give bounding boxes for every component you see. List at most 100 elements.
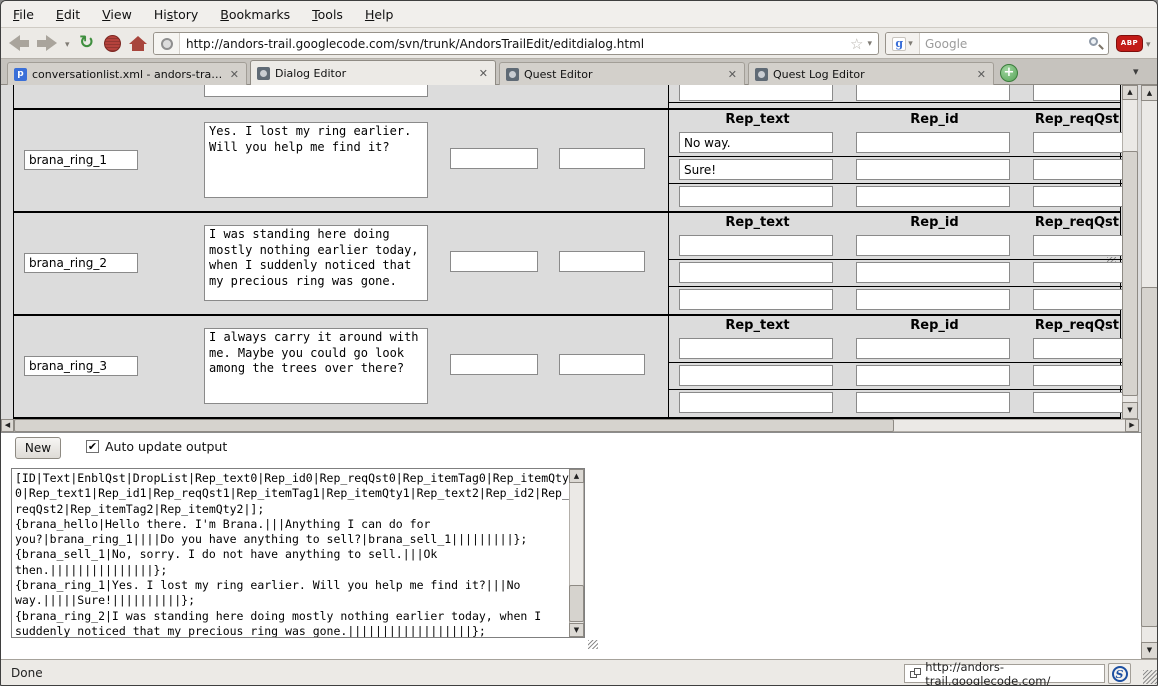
rep-text-input[interactable] xyxy=(679,338,833,359)
close-icon[interactable]: ✕ xyxy=(478,67,489,80)
droplist-input[interactable] xyxy=(559,148,645,169)
rep-text-input[interactable] xyxy=(679,85,833,101)
rep-text-input[interactable] xyxy=(679,392,833,413)
dialog-text-area[interactable]: Yes. I lost my ring earlier. Will you he… xyxy=(204,122,428,198)
scroll-up-button[interactable]: ▲ xyxy=(1141,85,1158,101)
rep-id-input[interactable] xyxy=(856,235,1010,256)
back-icon xyxy=(9,35,29,51)
rep-id-input[interactable] xyxy=(856,262,1010,283)
search-input[interactable] xyxy=(920,37,1088,51)
auto-update-checkbox[interactable]: ✔ xyxy=(86,440,99,453)
search-engine-button[interactable]: g ▾ xyxy=(886,33,920,54)
rep-text-input[interactable] xyxy=(679,365,833,386)
scroll-down-button[interactable]: ▼ xyxy=(1141,642,1158,659)
enblqst-input[interactable] xyxy=(450,354,538,375)
rep-reqqst-input[interactable] xyxy=(1033,262,1122,283)
output-scrollbar-thumb[interactable] xyxy=(569,585,584,622)
menu-history[interactable]: History xyxy=(154,7,198,22)
rep-text-input[interactable] xyxy=(679,235,833,256)
history-dropdown-button[interactable]: ▾ xyxy=(65,40,70,50)
rep-reqqst-input[interactable] xyxy=(1033,235,1122,256)
resize-grip-icon[interactable] xyxy=(588,640,598,649)
url-input[interactable] xyxy=(180,37,850,51)
adblock-plus-icon[interactable]: ABP xyxy=(1116,35,1143,52)
search-icon[interactable] xyxy=(1088,36,1104,52)
menu-view[interactable]: View xyxy=(102,7,132,22)
scroll-left-button[interactable]: ◀ xyxy=(1,419,14,432)
rep-reqqst-input[interactable] xyxy=(1033,186,1122,207)
enblqst-input[interactable] xyxy=(450,148,538,169)
dialog-id-input[interactable] xyxy=(24,253,138,273)
site-identity-button[interactable] xyxy=(154,33,180,54)
tab-dialog-editor[interactable]: Dialog Editor ✕ xyxy=(250,60,496,85)
scroll-down-button[interactable]: ▼ xyxy=(1122,402,1138,419)
scroll-up-button[interactable]: ▲ xyxy=(1122,85,1138,100)
rep-id-input[interactable] xyxy=(856,186,1010,207)
dialog-id-input[interactable] xyxy=(24,356,138,376)
url-dropdown-button[interactable]: ▾ xyxy=(867,39,872,49)
rep-text-input[interactable] xyxy=(679,159,833,180)
dialog-id-input[interactable] xyxy=(24,150,138,170)
rep-id-input[interactable] xyxy=(856,132,1010,153)
back-button[interactable] xyxy=(9,35,29,51)
stop-button[interactable] xyxy=(104,35,121,52)
dialog-text-area[interactable]: I was standing here doing mostly nothing… xyxy=(204,225,428,301)
scrapbook-button[interactable]: S xyxy=(1108,663,1131,684)
close-icon[interactable]: ✕ xyxy=(727,68,738,81)
scroll-right-button[interactable]: ▶ xyxy=(1125,419,1139,432)
menu-tools[interactable]: Tools xyxy=(312,7,343,22)
adblock-dropdown-button[interactable]: ▾ xyxy=(1146,40,1151,50)
rep-reqqst-header: Rep_reqQst xyxy=(1019,215,1119,231)
tab-quest-editor[interactable]: Quest Editor ✕ xyxy=(499,62,745,85)
droplist-input[interactable] xyxy=(559,354,645,375)
rep-text-input[interactable] xyxy=(679,289,833,310)
tab-quest-log-editor[interactable]: Quest Log Editor ✕ xyxy=(748,62,994,85)
rep-id-input[interactable] xyxy=(856,289,1010,310)
dialog-text-area[interactable]: I always carry it around with me. Maybe … xyxy=(204,328,428,404)
rep-text-input[interactable] xyxy=(679,186,833,207)
menu-help[interactable]: Help xyxy=(365,7,394,22)
new-tab-button[interactable]: + xyxy=(1000,64,1018,82)
rep-id-input[interactable] xyxy=(856,365,1010,386)
divider xyxy=(669,102,1120,103)
bookmark-star-icon[interactable]: ☆ xyxy=(850,35,863,53)
rep-reqqst-input[interactable] xyxy=(1033,132,1122,153)
frame-scrollbar-thumb[interactable] xyxy=(1122,151,1138,396)
menu-bookmarks[interactable]: Bookmarks xyxy=(220,7,290,22)
rep-text-input[interactable] xyxy=(679,132,833,153)
enblqst-input[interactable] xyxy=(450,251,538,272)
close-icon[interactable]: ✕ xyxy=(976,68,987,81)
output-textarea[interactable]: [ID|Text|EnblQst|DropList|Rep_text0|Rep_… xyxy=(11,468,585,638)
new-button[interactable]: New xyxy=(15,437,61,459)
rep-reqqst-input[interactable] xyxy=(1033,338,1122,359)
scroll-down-button[interactable]: ▼ xyxy=(569,623,584,637)
rep-reqqst-input[interactable] xyxy=(1033,159,1122,180)
tab-label: conversationlist.xml - andors-trail - Pr… xyxy=(32,68,224,81)
menu-edit[interactable]: Edit xyxy=(56,7,80,22)
rep-reqqst-input[interactable] xyxy=(1033,365,1122,386)
close-icon[interactable]: ✕ xyxy=(229,68,240,81)
frame-hscrollbar-thumb[interactable] xyxy=(14,419,894,432)
rep-text-header: Rep_text xyxy=(669,318,846,334)
rep-id-input[interactable] xyxy=(856,338,1010,359)
arrow-up-icon: ▲ xyxy=(1147,90,1152,97)
reload-button[interactable]: ↻ xyxy=(79,34,94,52)
menu-file[interactable]: File xyxy=(13,7,34,22)
rep-reqqst-input[interactable] xyxy=(1033,85,1120,101)
droplist-input[interactable] xyxy=(559,251,645,272)
rep-reqqst-input[interactable] xyxy=(1033,289,1122,310)
google-icon: g xyxy=(892,37,906,51)
rep-id-input[interactable] xyxy=(856,159,1010,180)
scroll-up-button[interactable]: ▲ xyxy=(569,469,584,483)
home-button[interactable] xyxy=(129,36,147,51)
rep-id-input[interactable] xyxy=(856,85,1010,101)
forward-button[interactable] xyxy=(37,35,57,51)
rep-text-input[interactable] xyxy=(679,262,833,283)
tab-conversationlist[interactable]: p conversationlist.xml - andors-trail - … xyxy=(7,62,247,85)
window-resize-grip-icon[interactable] xyxy=(1143,670,1157,684)
rep-id-input[interactable] xyxy=(856,392,1010,413)
dialog-text-area[interactable] xyxy=(204,85,428,97)
page-scrollbar-thumb[interactable] xyxy=(1141,287,1158,627)
tab-list-dropdown-button[interactable]: ▾ xyxy=(1133,65,1139,78)
rep-reqqst-input[interactable] xyxy=(1033,392,1122,413)
